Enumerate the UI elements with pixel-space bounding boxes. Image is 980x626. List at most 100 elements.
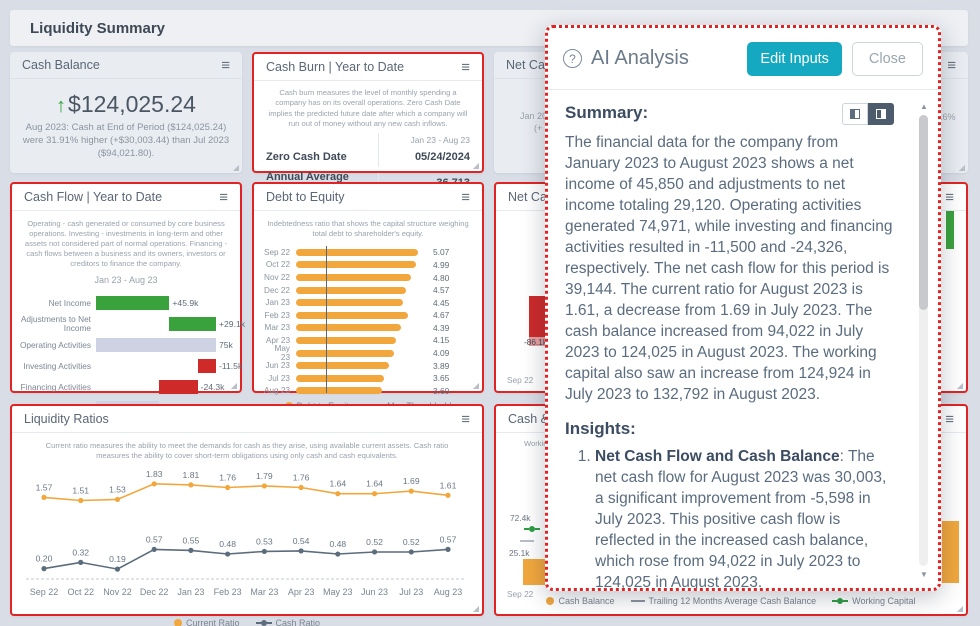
data-point: [188, 482, 193, 487]
waterfall-bar: [169, 317, 216, 331]
point-label: 0.52: [403, 537, 420, 547]
scrollbar-track[interactable]: [919, 115, 928, 566]
category-label: Dec 22: [264, 286, 296, 295]
value-label: 3.65: [428, 373, 449, 383]
help-icon[interactable]: ?: [563, 49, 582, 68]
liquidity-ratios-svg: 1.571.511.531.831.811.761.791.761.641.64…: [20, 461, 472, 611]
resize-handle[interactable]: ◢: [473, 162, 479, 170]
category-label: Operating Activities: [18, 341, 96, 350]
bar: [296, 249, 418, 256]
legend-label: Cash Balance: [558, 596, 614, 606]
card-menu-icon[interactable]: ≡: [947, 58, 956, 73]
insights-list: Net Cash Flow and Cash Balance: The net …: [565, 446, 894, 588]
x-axis-label: Aug 23: [434, 587, 463, 597]
resize-handle[interactable]: ◢: [959, 164, 965, 172]
page-title: Liquidity Summary: [30, 20, 165, 37]
positive-bar: [946, 211, 954, 249]
card-menu-icon[interactable]: ≡: [461, 60, 470, 75]
up-arrow-icon: ↑: [56, 95, 66, 117]
point-label: 0.54: [293, 536, 310, 546]
card-menu-icon[interactable]: ≡: [945, 190, 954, 205]
data-point: [188, 548, 193, 553]
compact-view-toggle[interactable]: [842, 103, 868, 125]
legend-item[interactable]: Cash Balance: [546, 596, 614, 606]
waterfall-row: Investing Activities-11.5k: [18, 356, 234, 376]
category-label: Nov 22: [264, 273, 296, 282]
card-menu-icon[interactable]: ≡: [461, 190, 470, 205]
card-menu-icon[interactable]: ≡: [461, 412, 470, 427]
row-value: 05/24/2024: [378, 147, 470, 167]
legend-item[interactable]: Working Capital: [832, 596, 915, 606]
data-point: [152, 481, 157, 486]
waterfall-row: Net Income+45.9k: [18, 293, 234, 313]
data-point: [372, 491, 377, 496]
value-label: 4.99: [428, 260, 449, 270]
legend-item[interactable]: Trailing 12 Months Average Cash Balance: [631, 596, 817, 606]
point-label: 1.53: [109, 484, 126, 494]
point-label: 0.57: [440, 534, 457, 544]
scrollbar: ▲ ▼: [918, 102, 930, 580]
data-point: [78, 498, 83, 503]
detailed-view-icon: [876, 109, 886, 119]
modal-content: Summary: The financial data for the comp…: [548, 90, 938, 588]
scroll-down-arrow-icon[interactable]: ▼: [918, 570, 930, 580]
value-label: 75k: [219, 340, 233, 350]
modal-header: ? AI Analysis Edit Inputs Close: [548, 28, 938, 90]
kpi-subtitle: Aug 2023: Cash at End of Period ($124,02…: [18, 122, 234, 160]
waterfall-bar: [198, 359, 216, 373]
bar: [296, 362, 389, 369]
x-axis-label: Oct 22: [67, 587, 94, 597]
x-axis-label: Mar 23: [250, 587, 278, 597]
bar: [296, 350, 394, 357]
resize-handle[interactable]: ◢: [957, 382, 963, 390]
point-label: 1.61: [440, 480, 457, 490]
working-capital-marker-icon: [524, 526, 540, 532]
legend-label: Current Ratio: [186, 618, 240, 626]
card-title: Cash Flow | Year to Date: [24, 190, 162, 204]
category-label: Oct 22: [264, 260, 296, 269]
point-label: 1.76: [219, 473, 236, 483]
value-label: -24.3k: [201, 382, 225, 392]
resize-handle[interactable]: ◢: [473, 382, 479, 390]
point-label: 0.48: [219, 539, 236, 549]
data-point: [335, 491, 340, 496]
resize-handle[interactable]: ◢: [957, 605, 963, 613]
value-label: 4.39: [428, 323, 449, 333]
value-label: 4.09: [428, 348, 449, 358]
bar-row: Oct 22 4.99: [264, 259, 474, 272]
value-label: 4.45: [428, 298, 449, 308]
cash-burn-card: Cash Burn | Year to Date ≡ Cash burn mea…: [252, 52, 484, 173]
close-button[interactable]: Close: [852, 42, 923, 76]
bar: [296, 375, 384, 382]
bar: [296, 299, 403, 306]
resize-handle[interactable]: ◢: [231, 382, 237, 390]
detailed-view-toggle[interactable]: [868, 103, 894, 125]
edit-inputs-button[interactable]: Edit Inputs: [747, 42, 842, 76]
scrollbar-thumb[interactable]: [919, 115, 928, 310]
point-label: 1.79: [256, 471, 273, 481]
card-menu-icon[interactable]: ≡: [221, 58, 230, 73]
resize-handle[interactable]: ◢: [473, 605, 479, 613]
category-label: Jul 23: [264, 374, 296, 383]
card-description: Cash burn measures the level of monthly …: [254, 81, 482, 133]
legend-item[interactable]: Current Ratio: [174, 618, 240, 626]
period-label: Jan 23 - Aug 23: [378, 133, 470, 147]
period-label: Jan 23 - Aug 23: [12, 271, 240, 291]
resize-handle[interactable]: ◢: [233, 164, 239, 172]
row-label: Zero Cash Date: [266, 147, 378, 167]
legend-item[interactable]: Cash Ratio: [256, 618, 321, 626]
insight-item: Net Cash Flow and Cash Balance: The net …: [595, 446, 894, 588]
bar: [296, 337, 396, 344]
data-point: [225, 485, 230, 490]
card-menu-icon[interactable]: ≡: [945, 412, 954, 427]
card-menu-icon[interactable]: ≡: [219, 190, 228, 205]
summary-text: The financial data for the company from …: [565, 132, 894, 405]
point-label: 1.64: [329, 479, 346, 489]
value-label: +29.1k: [219, 319, 245, 329]
scroll-up-arrow-icon[interactable]: ▲: [918, 102, 930, 112]
point-label: 1.69: [403, 476, 420, 486]
bar-row: Jun 233.89: [264, 359, 474, 372]
bar-row: Jan 234.45: [264, 296, 474, 309]
x-axis-label: Dec 22: [140, 587, 169, 597]
value-label: 4.57: [428, 285, 449, 295]
